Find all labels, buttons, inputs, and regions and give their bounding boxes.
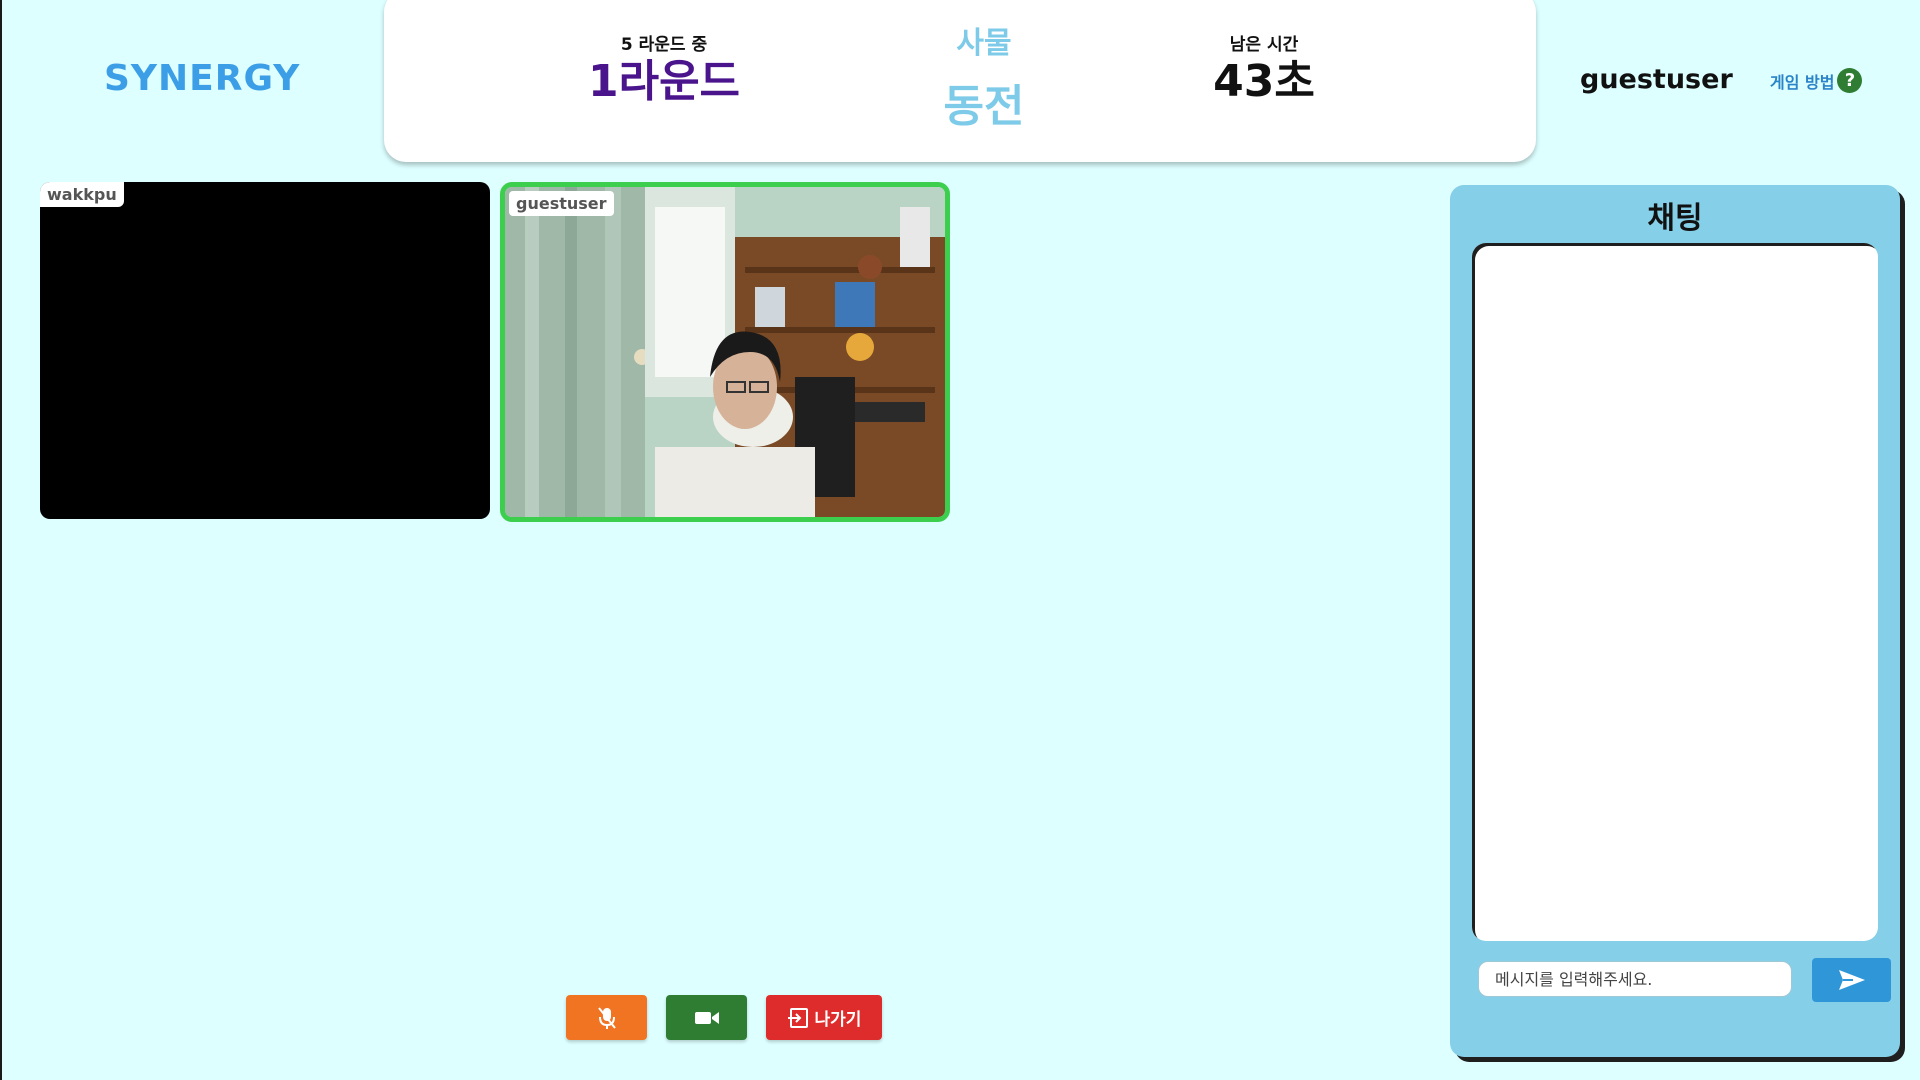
send-icon: [1838, 970, 1865, 990]
leave-label: 나가기: [814, 1010, 862, 1029]
word-info: 사물 동전: [904, 18, 1064, 134]
current-round: 1라운드: [587, 56, 741, 107]
video-tile-wakkpu: wakkpu: [40, 182, 490, 519]
leave-button[interactable]: 나가기: [766, 995, 882, 1040]
how-to-play-label[interactable]: 게임 방법: [1770, 69, 1834, 93]
mic-muted-icon: [597, 1006, 616, 1029]
game-status-card: 5 라운드 중 1라운드 사물 동전 남은 시간 43초: [384, 0, 1536, 162]
current-username: guestuser: [1580, 64, 1733, 95]
chat-title: 채팅: [1647, 201, 1703, 236]
how-to-play-link[interactable]: 게임 방법 ?: [1770, 68, 1863, 93]
round-total: 5 라운드 중: [620, 35, 708, 55]
send-button[interactable]: [1812, 958, 1891, 1002]
app-logo[interactable]: SYNERGY: [104, 58, 300, 99]
help-icon[interactable]: ?: [1837, 68, 1863, 93]
round-info: 5 라운드 중 1라운드: [564, 30, 764, 105]
chat-message-list[interactable]: [1472, 243, 1878, 941]
window-edge: [0, 0, 2, 1080]
video-tile-guestuser: guestuser: [500, 182, 950, 522]
chat-panel: 채팅: [1450, 185, 1900, 1057]
timer-info: 남은 시간 43초: [1184, 30, 1344, 105]
participant-name: wakkpu: [40, 182, 124, 207]
exit-icon: [787, 1007, 808, 1028]
secret-word: 동전: [943, 81, 1025, 132]
chat-input[interactable]: [1478, 961, 1792, 997]
timer-value: 43초: [1213, 56, 1315, 107]
mute-mic-button[interactable]: [566, 995, 647, 1040]
webcam-feed: [505, 187, 945, 517]
word-category: 사물: [956, 26, 1012, 61]
participant-name: guestuser: [509, 191, 614, 216]
toggle-camera-button[interactable]: [666, 995, 747, 1040]
timer-label: 남은 시간: [1229, 35, 1299, 55]
video-camera-icon: [694, 1011, 719, 1024]
